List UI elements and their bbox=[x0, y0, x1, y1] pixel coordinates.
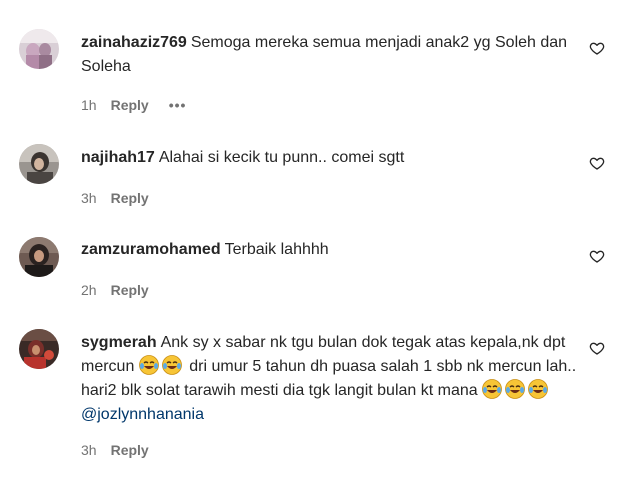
heart-outline-icon[interactable] bbox=[589, 248, 605, 264]
face-with-tears-of-joy-emoji bbox=[161, 355, 182, 375]
username-link[interactable]: zainahaziz769 bbox=[81, 34, 187, 51]
heart-outline-icon[interactable] bbox=[589, 155, 605, 171]
face-with-tears-of-joy-emoji bbox=[505, 379, 526, 399]
comment-text-block: zamzuramohamed Terbaik lahhhh bbox=[81, 238, 581, 262]
avatar[interactable] bbox=[19, 237, 59, 277]
more-options-icon[interactable]: ••• bbox=[169, 96, 187, 114]
reply-button[interactable]: Reply bbox=[111, 190, 149, 206]
heart-outline-icon[interactable] bbox=[589, 340, 605, 356]
username-link[interactable]: sygmerah bbox=[81, 334, 157, 351]
reply-button[interactable]: Reply bbox=[111, 442, 149, 458]
avatar[interactable] bbox=[19, 29, 59, 69]
mention-link[interactable]: @jozlynnhanania bbox=[81, 406, 204, 423]
reply-button[interactable]: Reply bbox=[111, 97, 149, 113]
face-with-tears-of-joy-emoji bbox=[482, 379, 503, 399]
comment-timestamp[interactable]: 2h bbox=[81, 282, 97, 298]
comment-text: Terbaik lahhhh bbox=[224, 241, 329, 258]
comment-timestamp[interactable]: 1h bbox=[81, 97, 97, 113]
comment-meta: 3h Reply bbox=[81, 189, 149, 207]
comment-meta: 1h Reply ••• bbox=[81, 96, 186, 114]
comment-meta: 3h Reply bbox=[81, 441, 149, 459]
comment-timestamp[interactable]: 3h bbox=[81, 190, 97, 206]
comment-meta: 2h Reply bbox=[81, 281, 149, 299]
face-with-tears-of-joy-emoji bbox=[138, 355, 159, 375]
avatar[interactable] bbox=[19, 329, 59, 369]
username-link[interactable]: zamzuramohamed bbox=[81, 241, 221, 258]
heart-outline-icon[interactable] bbox=[589, 40, 605, 56]
face-with-tears-of-joy-emoji bbox=[528, 379, 549, 399]
comment-timestamp[interactable]: 3h bbox=[81, 442, 97, 458]
comment-text-block: zainahaziz769 Semoga mereka semua menjadi… bbox=[81, 31, 581, 79]
avatar[interactable] bbox=[19, 144, 59, 184]
username-link[interactable]: najihah17 bbox=[81, 149, 155, 166]
reply-button[interactable]: Reply bbox=[111, 282, 149, 298]
comment-text-block: najihah17 Alahai si kecik tu punn.. comei… bbox=[81, 146, 581, 170]
comment-text-block: sygmerah Ank sy x sabar nk tgu bulan dok … bbox=[81, 331, 581, 427]
comment-text: Alahai si kecik tu punn.. comei sgtt bbox=[158, 149, 405, 166]
